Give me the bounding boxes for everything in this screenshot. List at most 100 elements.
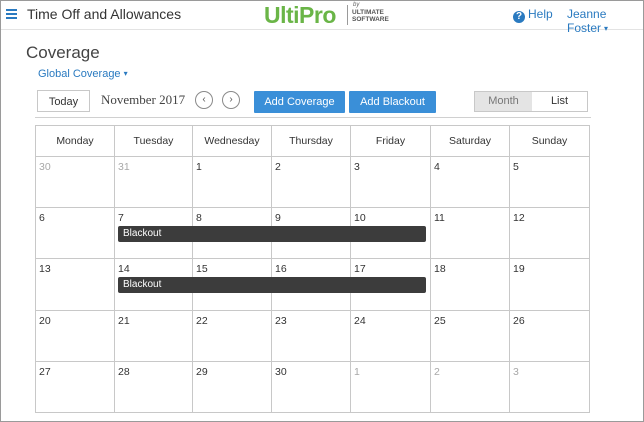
calendar-day-cell[interactable]: 5 [510, 157, 589, 209]
day-number: 14 [118, 263, 130, 276]
calendar-day-cell[interactable]: 6 [36, 208, 115, 260]
logo-by: by [353, 2, 360, 8]
day-number: 21 [118, 314, 130, 327]
day-number: 15 [196, 263, 208, 276]
day-number: 1 [196, 161, 202, 173]
day-number: 26 [513, 314, 525, 327]
day-number: 6 [39, 212, 45, 225]
current-month-label: November 2017 [101, 92, 186, 107]
coverage-scope-dropdown[interactable]: Global Coverage ▾ [38, 68, 128, 80]
day-number: 12 [513, 212, 525, 225]
calendar-day-cell[interactable]: 30 [272, 361, 351, 413]
logo-divider [347, 5, 348, 25]
day-number: 22 [196, 314, 208, 327]
day-number: 19 [513, 263, 525, 276]
calendar-day-cell[interactable]: 2 [272, 157, 351, 209]
calendar-day-cell[interactable]: 29 [193, 361, 272, 413]
calendar-day-cell[interactable]: 30 [36, 157, 115, 209]
calendar-day-cell[interactable]: 2 [431, 361, 510, 413]
day-number: 1 [354, 365, 360, 378]
day-number: 27 [39, 365, 51, 378]
weekday-header: Wednesday [193, 126, 272, 157]
day-number: 16 [275, 263, 287, 276]
logo-subtitle-1: ULTIMATE [352, 9, 384, 16]
weekday-header: Friday [351, 126, 431, 157]
view-list-button[interactable]: List [532, 92, 587, 111]
user-name: Jeanne Foster [567, 7, 607, 35]
page-title: Coverage [26, 43, 100, 62]
help-link[interactable]: ? Help [513, 7, 553, 23]
day-number: 3 [354, 161, 360, 173]
menu-icon[interactable] [6, 7, 17, 21]
calendar-day-cell[interactable]: 21 [115, 310, 193, 362]
day-number: 29 [196, 365, 208, 378]
weekday-header: Thursday [272, 126, 351, 157]
day-number: 4 [434, 161, 440, 173]
day-number: 17 [354, 263, 366, 276]
day-number: 5 [513, 161, 519, 173]
calendar-day-cell[interactable]: 23 [272, 310, 351, 362]
day-number: 10 [354, 212, 366, 225]
day-number: 3 [513, 365, 519, 378]
calendar-day-cell[interactable]: 25 [431, 310, 510, 362]
weekday-header: Tuesday [115, 126, 193, 157]
blackout-event[interactable]: Blackout [118, 226, 426, 243]
view-month-button[interactable]: Month [475, 92, 532, 111]
chevron-down-icon: ▾ [604, 24, 609, 33]
logo-subtitle-2: SOFTWARE [352, 16, 389, 23]
calendar-day-cell[interactable]: 18 [431, 259, 510, 311]
next-month-button[interactable]: › [222, 91, 240, 109]
day-number: 8 [196, 212, 202, 225]
calendar-day-cell[interactable]: 20 [36, 310, 115, 362]
blackout-event[interactable]: Blackout [118, 277, 426, 294]
today-button[interactable]: Today [37, 90, 90, 112]
calendar-day-cell[interactable]: 13 [36, 259, 115, 311]
calendar-day-cell[interactable]: 22 [193, 310, 272, 362]
calendar-day-cell[interactable]: 19 [510, 259, 589, 311]
calendar-day-cell[interactable]: 12 [510, 208, 589, 260]
prev-month-button[interactable]: ‹ [195, 91, 213, 109]
help-label: Help [528, 7, 553, 21]
chevron-left-icon: ‹ [202, 94, 206, 105]
day-number: 7 [118, 212, 124, 225]
day-number: 20 [39, 314, 51, 327]
day-number: 31 [118, 161, 130, 173]
calendar-day-cell[interactable]: 27 [36, 361, 115, 413]
chevron-down-icon: ▾ [123, 69, 128, 78]
day-number: 28 [118, 365, 130, 378]
month-calendar: Monday Tuesday Wednesday Thursday Friday Satu… [35, 125, 590, 413]
calendar-day-cell[interactable]: 1 [193, 157, 272, 209]
day-number: 9 [275, 212, 281, 225]
weekday-header: Saturday [431, 126, 510, 157]
day-number: 30 [275, 365, 287, 378]
logo-word: UltiPro [264, 2, 336, 28]
calendar-day-cell[interactable]: 3 [510, 362, 589, 413]
chevron-right-icon: › [229, 94, 233, 105]
view-toggle: Month List [474, 91, 588, 112]
day-number: 23 [275, 314, 287, 327]
top-bar: Time Off and Allowances UltiPro by ULTIM… [1, 1, 643, 35]
add-blackout-button[interactable]: Add Blackout [349, 91, 436, 113]
day-number: 13 [39, 263, 51, 276]
weekday-header: Monday [36, 126, 115, 157]
calendar-day-cell[interactable]: 11 [431, 208, 510, 260]
user-menu[interactable]: Jeanne Foster ▾ [567, 7, 643, 35]
day-number: 2 [275, 161, 281, 173]
calendar-day-cell[interactable]: 1 [351, 361, 431, 413]
calendar-day-cell[interactable]: 3 [351, 157, 431, 209]
calendar-day-cell[interactable]: 28 [115, 361, 193, 413]
toolbar-divider [35, 117, 591, 118]
day-number: 25 [434, 314, 446, 327]
day-number: 24 [354, 314, 366, 327]
calendar-day-cell[interactable]: 4 [431, 157, 510, 209]
calendar-day-cell[interactable]: 26 [510, 311, 589, 362]
day-number: 18 [434, 263, 446, 276]
scope-label: Global Coverage [38, 68, 121, 80]
calendar-day-cell[interactable]: 31 [115, 157, 193, 209]
help-icon: ? [513, 11, 525, 23]
day-number: 30 [39, 161, 51, 173]
day-number: 11 [434, 212, 445, 225]
calendar-day-cell[interactable]: 24 [351, 310, 431, 362]
add-coverage-button[interactable]: Add Coverage [254, 91, 345, 113]
weekday-header: Sunday [510, 126, 589, 157]
